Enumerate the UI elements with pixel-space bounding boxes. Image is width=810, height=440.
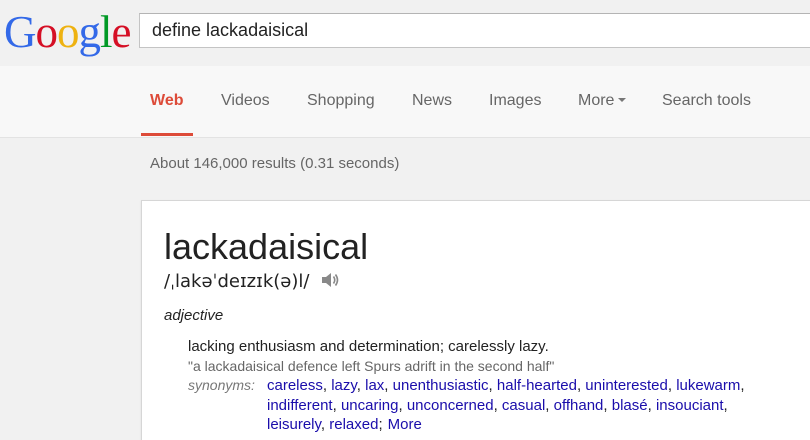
header: Google	[0, 0, 810, 66]
result-stats: About 146,000 results (0.31 seconds)	[150, 155, 400, 172]
synonym-separator: ,	[398, 396, 407, 414]
synonym-separator: ,	[545, 396, 554, 414]
logo-letter: G	[4, 7, 36, 57]
logo-letter: o	[35, 7, 58, 57]
synonym-separator: ,	[647, 396, 656, 414]
pronunciation: /ˌlakəˈdeɪzɪk(ə)l/	[164, 271, 339, 293]
logo-letter: o	[57, 7, 79, 57]
tab-search-tools[interactable]: Search tools	[662, 92, 751, 110]
synonyms-label: synonyms:	[188, 377, 255, 393]
search-nav: Web Videos Shopping News Images More Sea…	[0, 66, 810, 138]
synonym-link[interactable]: unenthusiastic	[393, 377, 489, 394]
logo-letter: l	[100, 7, 112, 57]
synonym-separator: ;	[378, 416, 383, 433]
part-of-speech: adjective	[164, 307, 224, 324]
tab-images[interactable]: Images	[489, 92, 541, 110]
synonym-link[interactable]: lukewarm	[676, 377, 740, 394]
synonym-link[interactable]: leisurely	[267, 416, 321, 433]
dictionary-card: lackadaisical /ˌlakəˈdeɪzɪk(ə)l/ adjecti…	[141, 200, 810, 440]
tab-more-label: More	[578, 92, 615, 109]
active-tab-indicator	[141, 133, 193, 136]
synonym-separator: ,	[322, 377, 332, 394]
tab-videos[interactable]: Videos	[221, 92, 270, 110]
tab-more[interactable]: More	[578, 92, 627, 110]
synonym-link[interactable]: half-hearted	[497, 377, 577, 394]
synonym-link[interactable]: uncaring	[341, 397, 399, 414]
synonym-link[interactable]: lax	[365, 377, 384, 394]
synonym-separator: ,	[740, 377, 745, 394]
dictionary-word: lackadaisical	[164, 226, 369, 267]
tab-news[interactable]: News	[412, 92, 452, 110]
definition: lacking enthusiasm and determination; ca…	[188, 338, 549, 355]
synonym-link[interactable]: insouciant	[656, 397, 724, 414]
synonym-separator: ,	[488, 377, 497, 394]
google-logo[interactable]: Google	[4, 8, 131, 56]
example-sentence: "a lackadaisical defence left Spurs adri…	[188, 358, 555, 374]
synonym-link[interactable]: unconcerned	[407, 397, 494, 414]
synonym-link[interactable]: casual	[502, 397, 545, 414]
logo-letter: g	[78, 7, 101, 57]
pronunciation-text: /ˌlakəˈdeɪzɪk(ə)l/	[164, 271, 310, 292]
synonym-separator: ,	[667, 377, 677, 394]
chevron-down-icon	[618, 97, 627, 102]
synonym-link[interactable]: uninterested	[585, 377, 668, 394]
synonym-link[interactable]: blasé	[612, 397, 648, 414]
tab-web[interactable]: Web	[150, 92, 183, 110]
search-input[interactable]	[140, 14, 810, 47]
more-synonyms-link[interactable]: More	[388, 416, 422, 433]
synonym-separator: ,	[723, 396, 728, 414]
synonym-separator: ,	[493, 396, 502, 414]
search-box[interactable]	[139, 13, 810, 48]
speaker-icon[interactable]	[321, 272, 339, 293]
synonym-separator: ,	[603, 396, 612, 414]
synonym-separator: ,	[320, 416, 330, 433]
synonym-separator: ,	[332, 396, 341, 414]
tab-shopping[interactable]: Shopping	[307, 92, 375, 110]
synonym-link[interactable]: lazy	[331, 377, 357, 394]
synonym-separator: ,	[384, 377, 393, 394]
synonym-link[interactable]: relaxed	[329, 416, 378, 433]
synonym-link[interactable]: careless	[267, 377, 323, 394]
logo-letter: e	[111, 7, 132, 57]
synonym-link[interactable]: indifferent	[267, 397, 333, 414]
synonym-link[interactable]: offhand	[554, 397, 604, 414]
synonyms-list: careless, lazy, lax, unenthusiastic, hal…	[267, 376, 787, 435]
synonym-separator: ,	[356, 377, 366, 394]
